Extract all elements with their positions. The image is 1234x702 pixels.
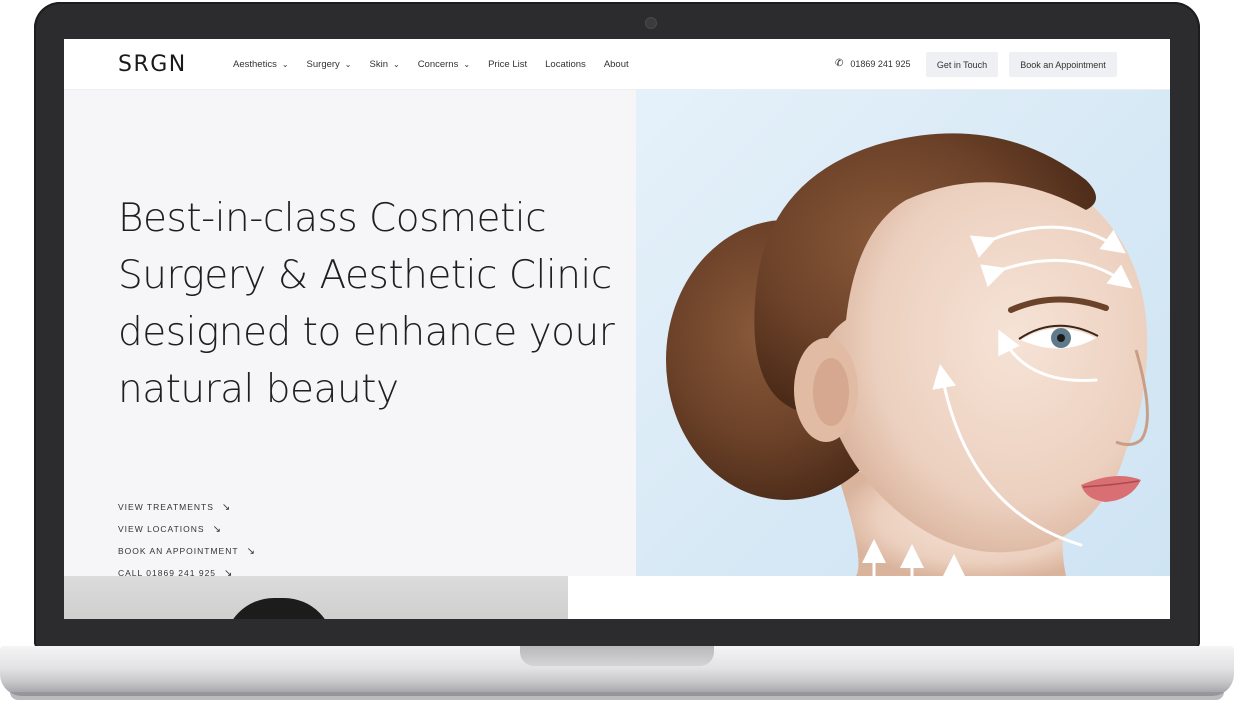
- chevron-down-icon: ⌄: [281, 59, 289, 69]
- view-locations-link[interactable]: VIEW LOCATIONS ↘: [118, 518, 256, 540]
- main-menu: Aesthetics ⌄ Surgery ⌄ Skin ⌄ Concerns ⌄…: [233, 39, 647, 89]
- hero-headline: Best-in-class Cosmetic Surgery & Aesthet…: [118, 196, 615, 412]
- camera-icon: [645, 17, 657, 29]
- nav-item-label: Skin: [369, 58, 388, 70]
- website-screen: SRGN Aesthetics ⌄ Surgery ⌄ Skin ⌄ Conce…: [64, 39, 1170, 619]
- book-appointment-link[interactable]: BOOK AN APPOINTMENT ↘: [118, 540, 256, 562]
- arrow-down-right-icon: ↘: [221, 501, 232, 513]
- phone-icon: ✆: [835, 58, 844, 69]
- link-label: VIEW LOCATIONS: [118, 524, 205, 534]
- nav-item-label: Aesthetics: [233, 58, 277, 70]
- link-label: BOOK AN APPOINTMENT: [118, 546, 239, 556]
- nav-item-label: Locations: [545, 58, 586, 70]
- hero-image: [636, 90, 1170, 576]
- nav-item-label: Concerns: [417, 58, 459, 70]
- book-appointment-button[interactable]: Book an Appointment: [1009, 52, 1117, 77]
- phone-link[interactable]: ✆ 01869 241 925: [835, 58, 910, 69]
- next-section-panel: [568, 576, 1170, 619]
- link-label: VIEW TREATMENTS: [118, 502, 214, 512]
- person-head-image: [224, 598, 334, 619]
- top-navigation: SRGN Aesthetics ⌄ Surgery ⌄ Skin ⌄ Conce…: [64, 39, 1170, 90]
- laptop-base-notch: [520, 646, 714, 666]
- nav-item-label: Price List: [488, 58, 528, 70]
- nav-item-aesthetics[interactable]: Aesthetics ⌄: [233, 59, 289, 70]
- laptop-shadow: [10, 692, 1224, 700]
- site-logo[interactable]: SRGN: [118, 52, 187, 77]
- nav-item-label: Surgery: [306, 58, 340, 70]
- chevron-down-icon: ⌄: [392, 59, 400, 69]
- nav-item-surgery[interactable]: Surgery ⌄: [307, 59, 352, 70]
- face-illustration: [666, 133, 1149, 576]
- nav-item-price-list[interactable]: Price List: [488, 59, 527, 70]
- nav-item-skin[interactable]: Skin ⌄: [370, 59, 400, 70]
- nav-item-locations[interactable]: Locations: [545, 59, 586, 70]
- hero-text-panel: Best-in-class Cosmetic Surgery & Aesthet…: [64, 90, 636, 579]
- chevron-down-icon: ⌄: [344, 59, 352, 69]
- arrow-down-right-icon: ↘: [212, 523, 222, 535]
- get-in-touch-button[interactable]: Get in Touch: [926, 52, 998, 77]
- nav-item-concerns[interactable]: Concerns ⌄: [418, 59, 470, 70]
- view-treatments-link[interactable]: VIEW TREATMENTS ↘: [118, 496, 256, 518]
- arrow-down-right-icon: ↘: [246, 545, 256, 557]
- next-section-image: [64, 576, 568, 619]
- nav-item-label: About: [603, 58, 629, 70]
- nav-item-about[interactable]: About: [604, 59, 629, 70]
- hero-links: VIEW TREATMENTS ↘ VIEW LOCATIONS ↘ BOOK …: [118, 496, 256, 584]
- chevron-down-icon: ⌄: [463, 59, 471, 69]
- phone-number: 01869 241 925: [850, 58, 911, 69]
